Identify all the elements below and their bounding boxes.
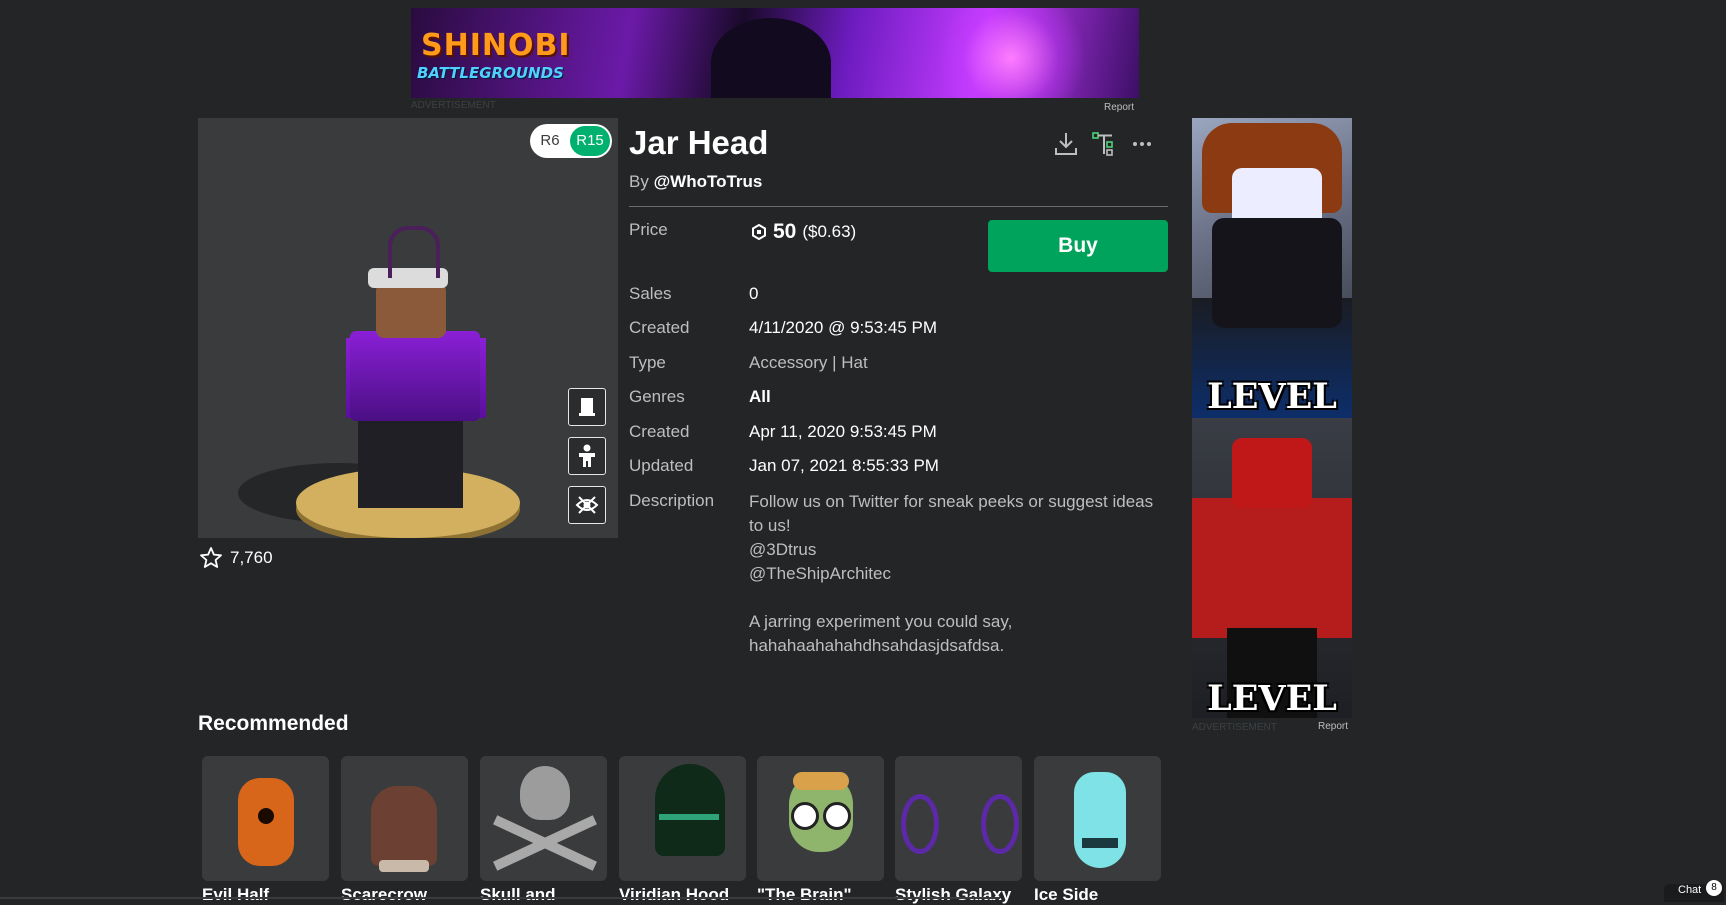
galaxy-right-horn — [981, 794, 1019, 854]
hood-thumb — [655, 764, 725, 856]
detail-value-created-2: Apr 11, 2020 9:53:45 PM — [749, 422, 937, 441]
creator-link[interactable]: @WhoToTrus — [654, 172, 763, 191]
recommended-title: Recommended — [198, 712, 349, 735]
recommended-item[interactable]: Skull and — [480, 756, 607, 905]
item-title: Jar Head — [629, 124, 769, 161]
favorite-count[interactable]: 7,760 — [198, 546, 273, 570]
brain-left-eye — [791, 802, 819, 830]
recommended-item-name[interactable]: Viridian Hood — [619, 885, 746, 905]
skull-thumb — [520, 766, 570, 820]
detail-label-created: Created — [629, 318, 690, 337]
detail-value-type[interactable]: Accessory | Hat — [749, 353, 868, 373]
recommended-item-name[interactable]: Scarecrow — [341, 885, 468, 905]
avatar-torso — [350, 331, 480, 421]
description-label: Description — [629, 491, 715, 510]
item-description: Follow us on Twitter for sneak peeks or … — [749, 492, 1154, 655]
avatar-head — [376, 283, 446, 338]
recommended-thumbnail[interactable] — [619, 756, 746, 881]
creator-byline: By @WhoToTrus — [629, 172, 762, 192]
recommended-item[interactable]: "The Brain" — [757, 756, 884, 905]
recommended-item[interactable]: Scarecrow — [341, 756, 468, 905]
recommended-item[interactable]: Viridian Hood — [619, 756, 746, 905]
robux-icon — [752, 224, 766, 240]
top-advertisement[interactable]: SHINOBI BATTLEGROUNDS — [411, 8, 1139, 98]
pumpkin-eye — [258, 808, 274, 824]
recommended-thumbnail[interactable] — [341, 756, 468, 881]
ad-level-100: LEVEL 100 — [1207, 678, 1337, 718]
recommended-item[interactable]: Ice Side — [1034, 756, 1161, 905]
ad-logo-title: SHINOBI — [421, 28, 571, 63]
price-value: 50 ($0.63) — [751, 220, 856, 244]
hat-only-icon — [579, 398, 595, 416]
price-usd: ($0.63) — [802, 222, 857, 241]
recommended-item-name[interactable]: Ice Side — [1034, 885, 1161, 905]
hood-trim — [659, 814, 719, 820]
ad-character2-head — [1232, 438, 1312, 508]
ice-mask-mouth — [1082, 838, 1118, 848]
recommended-thumbnail[interactable] — [757, 756, 884, 881]
side-ad-label: ADVERTISEMENT — [1192, 722, 1277, 733]
avatar-icon — [579, 444, 595, 467]
price-amount: 50 — [773, 220, 797, 243]
star-icon[interactable] — [198, 546, 224, 570]
download-icon[interactable] — [1052, 130, 1080, 158]
recommended-thumbnail[interactable] — [895, 756, 1022, 881]
ad-label: ADVERTISEMENT — [411, 100, 496, 111]
rig-type-toggle[interactable]: R6 R15 — [530, 124, 612, 158]
recommended-item-name[interactable]: Skull and — [480, 885, 607, 905]
detail-label-sales: Sales — [629, 284, 672, 303]
recommended-item-name[interactable]: "The Brain" — [757, 885, 884, 905]
recommended-thumbnail[interactable] — [1034, 756, 1161, 881]
brain-hair — [793, 772, 849, 790]
avatar-legs — [358, 418, 463, 508]
ad-report-link[interactable]: Report — [1104, 102, 1134, 113]
recommended-thumbnail[interactable] — [202, 756, 329, 881]
side-ad-report-link[interactable]: Report — [1318, 721, 1348, 732]
detail-value-updated: Jan 07, 2021 8:55:33 PM — [749, 456, 939, 475]
recommended-item-name[interactable]: Evil Half — [202, 885, 329, 905]
avatar-antlers — [388, 226, 440, 278]
side-advertisement[interactable]: LEVEL 1 LEVEL 100 — [1192, 118, 1352, 718]
chat-badge: 8 — [1706, 880, 1722, 896]
ad-character-mask — [1212, 218, 1342, 328]
recommended-thumbnail[interactable] — [480, 756, 607, 881]
item-3d-viewer[interactable]: R6 R15 — [198, 118, 618, 538]
detail-value-genres[interactable]: All — [749, 387, 771, 407]
ad-figure — [711, 18, 831, 98]
favorite-count-value: 7,760 — [230, 548, 273, 567]
ad-glow — [931, 8, 1091, 98]
recommended-item-name[interactable]: Stylish Galaxy — [895, 885, 1022, 905]
detail-label-type: Type — [629, 353, 666, 372]
hide-accessories-button[interactable] — [568, 486, 606, 524]
scarecrow-band — [379, 860, 429, 872]
hat-view-button[interactable] — [568, 388, 606, 426]
more-options-icon[interactable] — [1128, 130, 1156, 158]
detail-label-genres: Genres — [629, 387, 685, 406]
by-prefix: By — [629, 172, 649, 191]
scarecrow-thumb — [371, 786, 437, 866]
detail-value-sales: 0 — [749, 284, 759, 303]
ice-mask-thumb — [1074, 772, 1126, 868]
recommended-item[interactable]: Stylish Galaxy — [895, 756, 1022, 905]
hierarchy-icon[interactable] — [1090, 130, 1118, 158]
galaxy-left-horn — [901, 794, 939, 854]
price-label: Price — [629, 220, 668, 239]
buy-button[interactable]: Buy — [988, 220, 1168, 272]
ad-logo-subtitle: BATTLEGROUNDS — [417, 64, 564, 82]
avatar-view-button[interactable] — [568, 437, 606, 475]
rig-option-r6[interactable]: R6 — [530, 126, 570, 156]
rig-option-r15[interactable]: R15 — [570, 126, 610, 156]
recommended-item[interactable]: Evil Half — [202, 756, 329, 905]
detail-value-created: 4/11/2020 @ 9:53:45 PM — [749, 318, 938, 337]
detail-label-created-2: Created — [629, 422, 690, 441]
details-divider — [629, 206, 1168, 207]
brain-right-eye — [823, 802, 851, 830]
detail-label-updated: Updated — [629, 456, 694, 475]
hide-icon — [575, 496, 599, 514]
ad-character2-body — [1192, 498, 1352, 638]
